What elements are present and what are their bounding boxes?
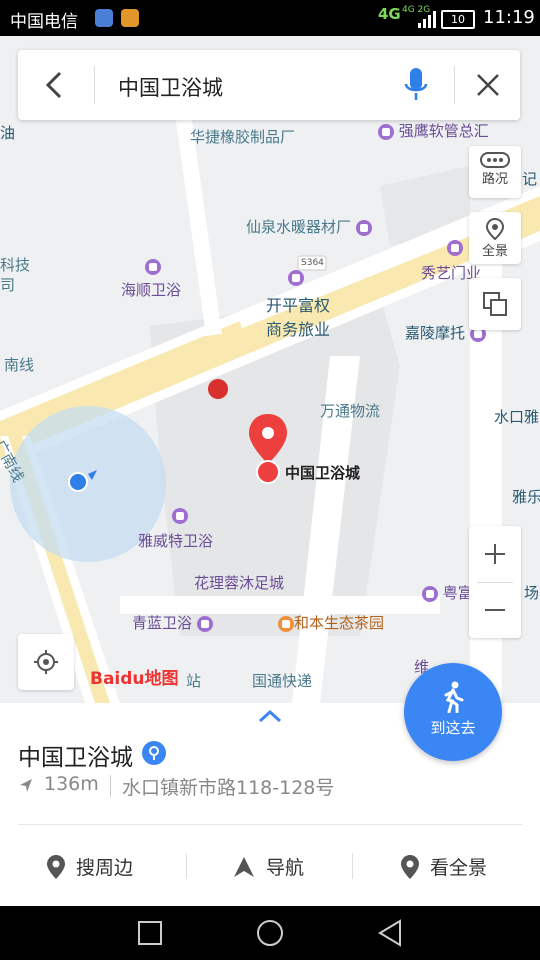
divider <box>94 66 95 104</box>
divider <box>18 824 522 825</box>
poi-item[interactable]: 仙泉水暖器材厂 <box>246 216 372 237</box>
back-icon[interactable] <box>377 919 403 947</box>
zoom-out-button[interactable] <box>469 582 521 638</box>
poi-label[interactable]: 站 <box>186 670 201 691</box>
divider <box>352 853 353 879</box>
divider <box>186 853 187 879</box>
location-pin-icon <box>47 854 65 879</box>
poi-item[interactable]: 青蓝卫浴 <box>132 612 213 633</box>
status-bar: 中国电信 4G 4G 2G 10 11:19 <box>0 0 540 36</box>
view-panorama-button[interactable]: 看全景 <box>400 853 487 880</box>
signal-icon <box>418 11 436 28</box>
divider <box>454 66 455 104</box>
close-icon[interactable] <box>473 70 503 100</box>
poi-label[interactable]: 场 <box>524 582 539 603</box>
home-icon[interactable] <box>255 918 285 948</box>
direction-arrow-icon <box>20 779 32 792</box>
app-notification-icon <box>121 9 139 27</box>
address-text: 水口镇新市路118-128号 <box>122 777 335 799</box>
search-bar: 中国卫浴城 <box>18 50 520 120</box>
poi-label[interactable]: 科技 <box>0 254 30 275</box>
layers-icon <box>483 292 507 316</box>
poi-pin-icon <box>288 270 304 286</box>
layers-button[interactable] <box>469 278 521 330</box>
chevron-up-icon[interactable] <box>258 709 282 723</box>
poi-pin-icon <box>422 585 438 602</box>
zoom-in-button[interactable] <box>469 526 521 582</box>
poi-item[interactable]: 雅威特卫浴 <box>138 508 213 551</box>
selected-poi-label[interactable]: 中国卫浴城 <box>285 462 360 483</box>
battery-icon: 10 <box>441 10 475 29</box>
search-input[interactable]: 中国卫浴城 <box>118 72 223 102</box>
back-arrow-icon[interactable] <box>40 68 70 102</box>
distance-text: 136m <box>44 773 99 795</box>
zoom-control <box>469 526 521 638</box>
poi-label[interactable]: 雅乐 <box>512 486 540 507</box>
road-label: 南线 <box>4 356 35 374</box>
tea-icon <box>278 615 294 632</box>
location-badge-icon <box>142 741 166 765</box>
poi-label[interactable]: 水口雅 <box>494 406 539 427</box>
poi-pin-icon <box>196 615 213 632</box>
minus-icon <box>485 609 505 611</box>
walking-person-icon <box>444 681 464 713</box>
divider <box>110 775 111 797</box>
poi-pin-icon <box>172 508 188 524</box>
navigation-arrow-icon <box>234 856 254 877</box>
poi-item[interactable]: 和本生态茶园 <box>278 612 384 633</box>
poi-label[interactable]: 国通快递 <box>252 670 312 691</box>
poi-label[interactable]: 华捷橡胶制品厂 <box>190 126 295 147</box>
poi-pin-icon <box>355 219 372 236</box>
navigate-button[interactable]: 导航 <box>232 853 304 880</box>
traffic-button[interactable]: 路况 <box>469 146 521 198</box>
system-nav-bar <box>0 906 540 960</box>
place-title: 中国卫浴城 <box>18 745 133 771</box>
panorama-pin-icon <box>401 854 419 879</box>
locate-me-button[interactable] <box>18 634 74 690</box>
carrier-name: 中国电信 <box>10 12 78 32</box>
panorama-button[interactable]: 全景 <box>469 212 521 264</box>
traffic-icon <box>480 152 510 168</box>
microphone-icon[interactable] <box>402 66 430 104</box>
poi-item[interactable]: 海顺卫浴 <box>121 259 181 300</box>
poi-label[interactable]: 万通物流 <box>320 400 380 421</box>
shield-notification-icon <box>95 9 113 27</box>
poi-pin-icon <box>145 259 161 275</box>
search-nearby-button[interactable]: 搜周边 <box>46 853 133 880</box>
poi-item[interactable]: 粤富 <box>422 582 473 603</box>
locate-icon <box>34 650 58 674</box>
network-type: 4G <box>378 5 401 23</box>
traffic-label: 路况 <box>481 172 508 187</box>
poi-label[interactable]: 司 <box>0 274 15 295</box>
poi-pin-icon <box>378 123 394 140</box>
clock: 11:19 <box>483 7 535 28</box>
baidu-map-logo: Baidu地图 <box>90 669 179 689</box>
plus-icon <box>485 544 505 564</box>
go-here-button[interactable]: 到这去 <box>404 663 502 761</box>
poi-label[interactable]: 油 <box>0 122 15 143</box>
poi-pin-icon <box>447 240 463 256</box>
road-badge: S364 <box>301 258 324 268</box>
panorama-pin-icon <box>485 218 505 240</box>
poi-label[interactable]: 记 <box>522 168 537 189</box>
poi-label[interactable]: 花理蓉沐足城 <box>194 572 284 593</box>
panorama-label: 全景 <box>481 244 508 259</box>
poi-item[interactable]: 开平富权 商务旅业 <box>266 270 330 340</box>
poi-item[interactable]: 强鹰软管总汇 <box>378 120 489 141</box>
map-view[interactable]: 华捷橡胶制品厂 强鹰软管总汇 仙泉水暖器材厂 科技 司 海顺卫浴 秀艺门业 开平… <box>0 36 540 703</box>
go-here-label: 到这去 <box>430 719 476 737</box>
recent-apps-icon[interactable] <box>137 920 163 946</box>
